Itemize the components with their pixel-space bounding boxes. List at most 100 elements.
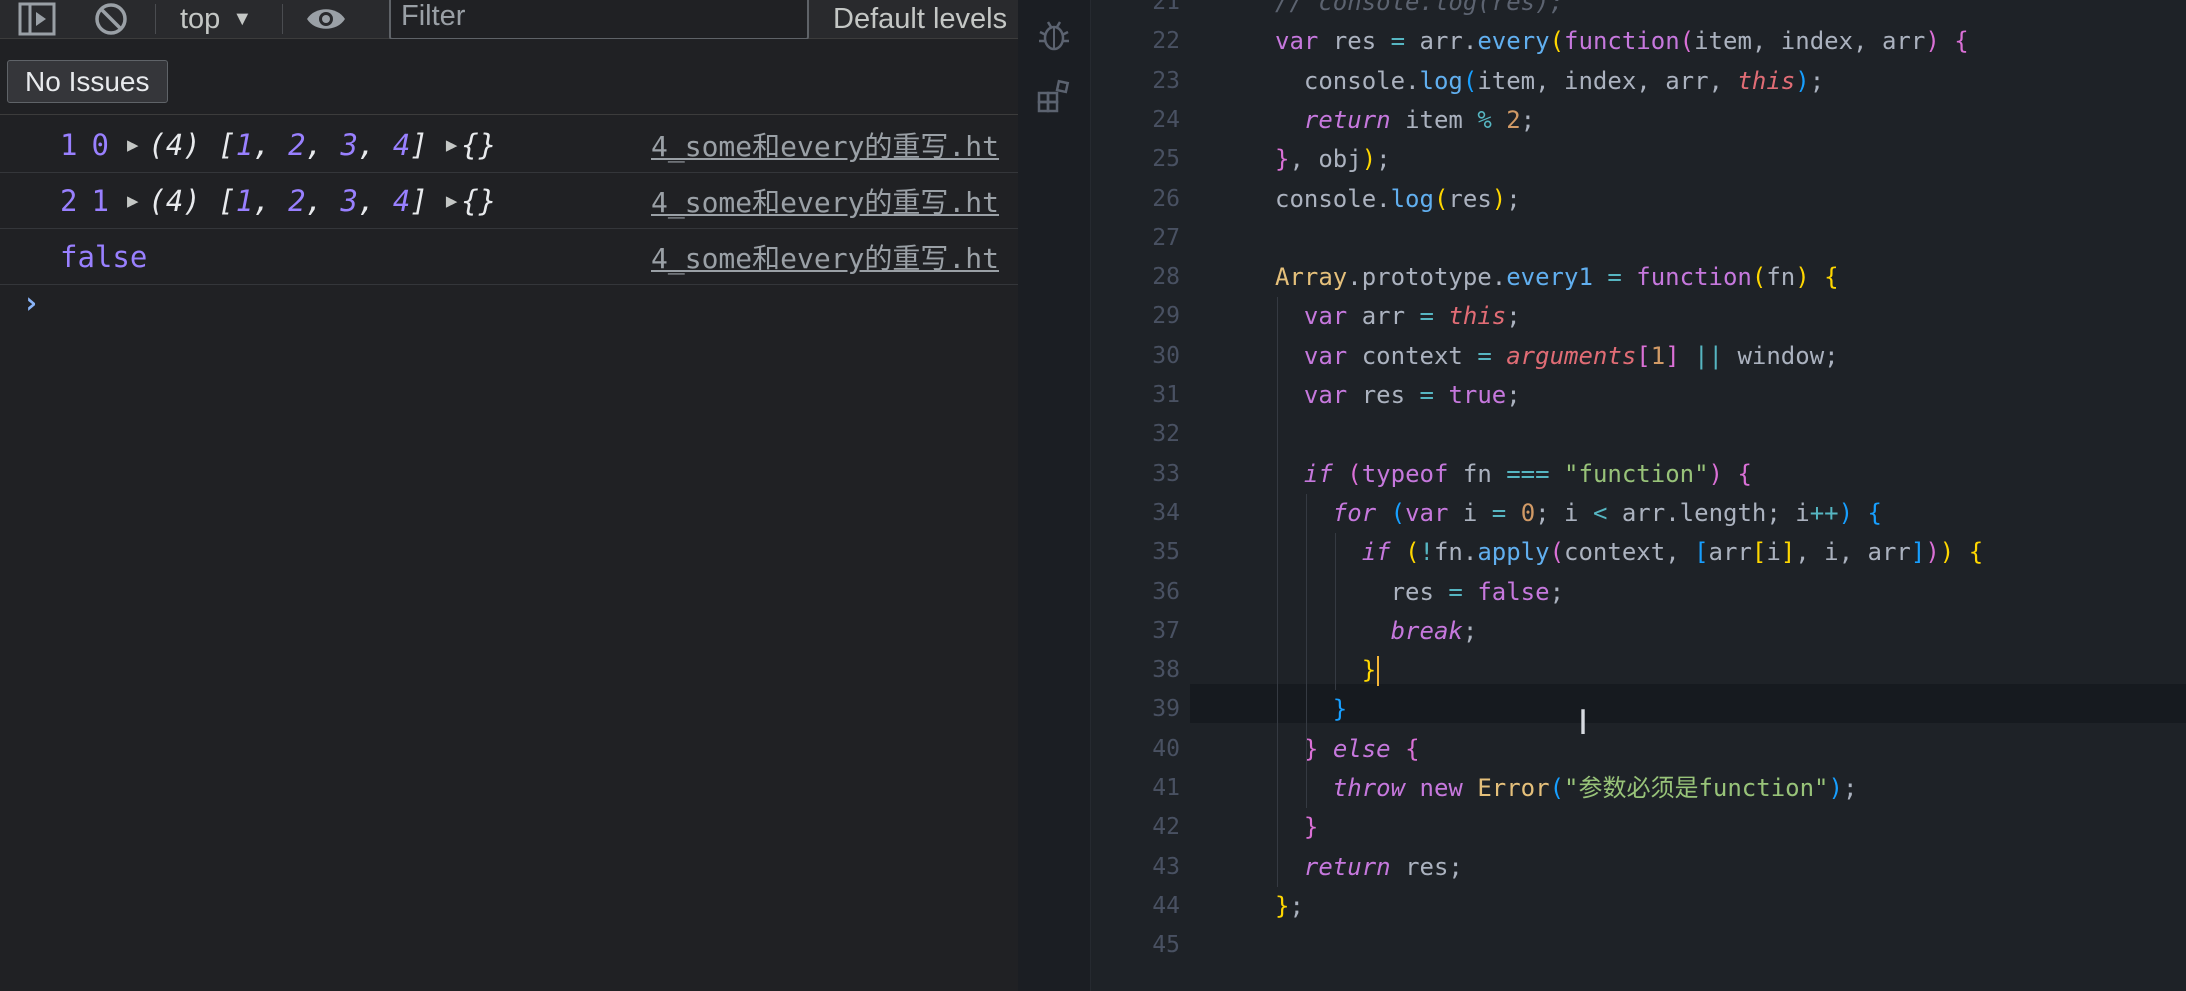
code-editor-panel: 21 // console.log(res); 22 var res = arr.ev…: [1018, 0, 2186, 991]
line-number: 45: [1152, 932, 1180, 959]
expand-triangle-icon[interactable]: ▶: [127, 190, 138, 212]
log-message: 1 0 ▶ (4) [1, 2, 3, 4] ▶ {}: [60, 117, 496, 172]
context-selector[interactable]: top ▼: [180, 0, 252, 38]
line-number: 33: [1152, 460, 1180, 487]
array-bracket: [: [218, 127, 236, 162]
code-line[interactable]: }: [1275, 651, 1380, 690]
code-line[interactable]: Array.prototype.every1 = function(fn) {: [1275, 258, 1839, 297]
line-number: 43: [1152, 853, 1180, 880]
code-line[interactable]: return res;: [1275, 848, 1463, 887]
code-line[interactable]: // console.log(res);: [1275, 0, 1564, 22]
array-item: 3: [340, 127, 358, 162]
extensions-icon[interactable]: [1034, 76, 1074, 116]
line-number: 23: [1152, 67, 1180, 94]
code-line[interactable]: }: [1275, 808, 1318, 847]
code-line[interactable]: };: [1275, 887, 1304, 926]
log-message: 2 1 ▶ (4) [1, 2, 3, 4] ▶ {}: [60, 173, 496, 228]
dropdown-arrow-icon: ▼: [232, 7, 253, 30]
line-number: 30: [1152, 342, 1180, 369]
clear-console-button[interactable]: [93, 0, 129, 38]
devtools-console-panel: top ▼ Default levels No Issues 1 0 ▶ (4)…: [0, 0, 1018, 991]
issues-button[interactable]: No Issues: [7, 60, 168, 103]
clear-icon: [95, 3, 127, 35]
code-line[interactable]: console.log(res);: [1275, 180, 1521, 219]
code-line[interactable]: console.log(item, index, arr, this);: [1275, 62, 1824, 101]
debug-bug-icon[interactable]: [1034, 16, 1074, 56]
expand-triangle-icon[interactable]: ▶: [446, 134, 457, 156]
object-preview[interactable]: {}: [461, 184, 496, 218]
text-caret: [1377, 656, 1380, 687]
log-levels-dropdown[interactable]: Default levels: [833, 0, 1007, 38]
array-item: 4: [392, 127, 411, 162]
toolbar-separator: [282, 4, 283, 34]
array-item: 2: [288, 183, 306, 218]
context-label: top: [180, 2, 221, 35]
issues-bar: No Issues: [0, 39, 1018, 115]
code-line[interactable]: return item % 2;: [1275, 101, 1535, 140]
line-number: 29: [1152, 303, 1180, 330]
console-log-row: 1 0 ▶ (4) [1, 2, 3, 4] ▶ {} 4_some和every…: [0, 117, 1018, 173]
line-number: 35: [1152, 539, 1180, 566]
toggle-sidebar-button[interactable]: [18, 0, 56, 38]
line-number: 21: [1152, 0, 1180, 15]
source-link[interactable]: 4_some和every的重写.ht: [651, 117, 999, 172]
array-bracket: ]: [410, 183, 428, 218]
array-preview[interactable]: (4) [1, 2, 3, 4]: [148, 128, 427, 162]
array-item: 4: [392, 183, 411, 218]
code-line[interactable]: if (!fn.apply(context, [arr[i], i, arr])…: [1275, 533, 1983, 572]
line-number: 28: [1152, 264, 1180, 291]
filter-input[interactable]: [389, 0, 809, 40]
array-item: 1: [235, 127, 254, 162]
source-link[interactable]: 4_some和every的重写.ht: [651, 173, 999, 228]
indent-guide: [1334, 533, 1336, 691]
console-toolbar: top ▼ Default levels: [0, 0, 1018, 40]
line-number: 39: [1152, 696, 1180, 723]
code-line[interactable]: var res = arr.every(function(item, index…: [1275, 22, 1969, 61]
code-line[interactable]: for (var i = 0; i < arr.length; i++) {: [1275, 494, 1882, 533]
sidebar-toggle-icon: [18, 2, 56, 36]
eye-icon: [307, 9, 345, 29]
code-line[interactable]: } else {: [1275, 730, 1420, 769]
array-item: 1: [235, 183, 254, 218]
code-line[interactable]: var res = true;: [1275, 376, 1521, 415]
object-preview[interactable]: {}: [461, 128, 496, 162]
line-number: 25: [1152, 146, 1180, 173]
line-number: 24: [1152, 106, 1180, 133]
console-log-row: 2 1 ▶ (4) [1, 2, 3, 4] ▶ {} 4_some和every…: [0, 173, 1018, 229]
log-value: 2: [60, 183, 78, 218]
source-link[interactable]: 4_some和every的重写.ht: [651, 229, 999, 284]
live-expression-button[interactable]: [305, 0, 347, 38]
indent-guide: [1305, 493, 1307, 769]
toolbar-separator: [155, 4, 156, 34]
expand-triangle-icon[interactable]: ▶: [446, 190, 457, 212]
line-number: 34: [1152, 499, 1180, 526]
line-number: 36: [1152, 578, 1180, 605]
indent-guide: [1305, 769, 1307, 809]
array-item: 3: [340, 183, 358, 218]
line-number: 42: [1152, 814, 1180, 841]
line-number: 40: [1152, 735, 1180, 762]
indent-guide: [1277, 297, 1278, 887]
code-line[interactable]: var context = arguments[1] || window;: [1275, 337, 1839, 376]
array-item: 2: [288, 127, 306, 162]
array-preview[interactable]: (4) [1, 2, 3, 4]: [148, 184, 427, 218]
text-cursor-icon: I: [1578, 703, 1589, 743]
line-number: 38: [1152, 657, 1180, 684]
expand-triangle-icon[interactable]: ▶: [127, 134, 138, 156]
line-number: 31: [1152, 382, 1180, 408]
code-line[interactable]: if (typeof fn === "function") {: [1275, 455, 1752, 494]
line-number: 22: [1152, 28, 1180, 55]
line-number: 26: [1152, 185, 1180, 212]
log-value: 1: [91, 183, 109, 218]
code-line[interactable]: throw new Error("参数必须是function");: [1275, 769, 1858, 808]
log-message: false: [60, 229, 147, 284]
console-log-row: false 4_some和every的重写.ht: [0, 229, 1018, 285]
line-number: 41: [1152, 775, 1180, 801]
code-line[interactable]: res = false;: [1275, 573, 1564, 612]
code-line[interactable]: var arr = this;: [1275, 297, 1521, 336]
console-prompt[interactable]: ›: [22, 286, 40, 321]
code-line[interactable]: }: [1275, 690, 1347, 729]
code-line[interactable]: }, obj);: [1275, 140, 1391, 179]
array-length: (4): [148, 127, 201, 162]
log-value: false: [60, 239, 148, 274]
